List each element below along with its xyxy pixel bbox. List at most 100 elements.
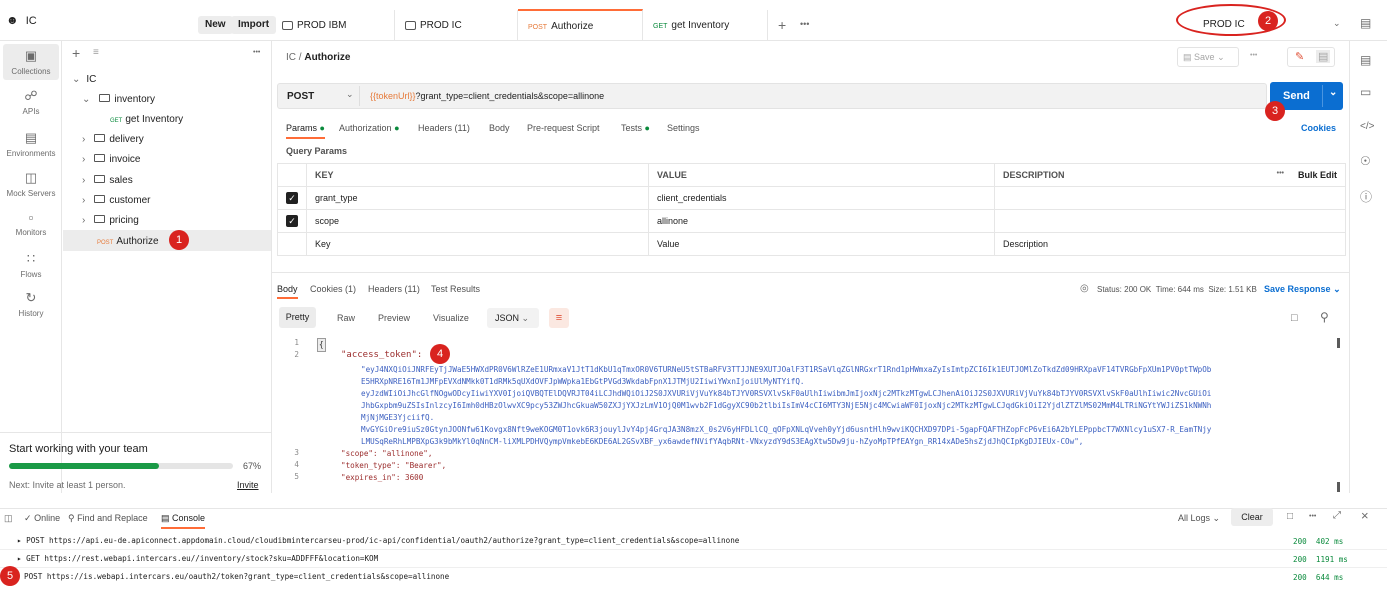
copy-icon[interactable]: □ [1287,511,1293,522]
wrap-lines-icon[interactable]: ≡ [549,308,569,328]
tree-item-label: get Inventory [125,114,184,125]
cookies-link[interactable]: Cookies [1301,123,1336,133]
filter-input[interactable]: ≡ [93,47,247,64]
url-input[interactable]: {{tokenUrl}}?grant_type=client_credentia… [370,91,604,101]
param-description[interactable] [994,186,1346,210]
tree-item-get-inventory[interactable]: GET get Inventory [110,114,183,125]
log-entry[interactable]: ▸ POST https://api.eu-de.apiconnect.appd… [0,532,1387,549]
search-icon[interactable]: ⚲ [1320,310,1329,324]
tab-get-inventory[interactable]: GET get Inventory [643,10,768,41]
response-tab-headers[interactable]: Headers (11) [368,284,420,294]
tree-item-sales[interactable]: › sales [82,175,133,186]
rail-collections[interactable]: ▣ Collections [0,48,62,76]
tab-settings[interactable]: Settings [667,123,700,133]
rail-history[interactable]: ↻ History [0,290,62,318]
log-entry[interactable]: POST https://is.webapi.intercars.eu/oaut… [0,568,1387,585]
docs-icon[interactable]: ▤ [1316,50,1331,63]
chevron-down-icon[interactable]: ⌄ [346,89,354,100]
import-button[interactable]: Import [231,16,277,34]
tree-item-inventory[interactable]: ⌄ inventory [82,94,155,105]
documentation-icon[interactable]: ▤ [1360,53,1371,67]
tab-tests[interactable]: Tests ● [621,123,650,133]
chevron-down-icon[interactable]: ⌄ [1329,87,1337,98]
rail-monitors[interactable]: ▫ Monitors [0,210,62,237]
new-tab-plus-icon[interactable]: + [778,17,786,33]
view-visualize[interactable]: Visualize [433,313,469,323]
tab-authorization[interactable]: Authorization ● [339,123,400,133]
checkbox-checked-icon[interactable]: ✓ [286,192,298,204]
scrollbar-thumb-top[interactable] [1337,338,1340,348]
more-tabs-icon[interactable]: ••• [800,19,809,29]
lightbulb-icon[interactable]: ☉ [1360,154,1371,168]
invite-link[interactable]: Invite [237,480,259,490]
code-icon[interactable]: </> [1360,121,1374,132]
comments-icon[interactable]: ▭ [1360,85,1371,99]
bulk-edit-button[interactable]: Bulk Edit [1298,170,1337,180]
request-more-icon[interactable]: ••• [1250,52,1257,59]
expand-icon[interactable]: ⤢ [1333,510,1341,521]
tab-prod-ibm[interactable]: PROD IBM [272,10,395,41]
tree-item-customer[interactable]: › customer [82,195,150,206]
param-key-placeholder[interactable]: Key [306,232,649,256]
clear-button[interactable]: Clear [1231,508,1273,526]
save-response-button[interactable]: Save Response ⌄ [1264,284,1341,295]
tree-item-pricing[interactable]: › pricing [82,215,139,226]
globe-icon[interactable]: ◎ [1080,283,1089,294]
tree-item-delivery[interactable]: › delivery [82,134,144,145]
scrollbar-thumb-bottom[interactable] [1337,482,1340,492]
close-icon[interactable]: × [1361,508,1369,523]
more-icon[interactable]: ••• [1277,170,1284,177]
method-selector[interactable]: POST [287,91,314,102]
rail-flows[interactable]: ∷ Flows [0,251,62,279]
environment-selector[interactable]: PROD IC [1203,19,1245,30]
rail-apis[interactable]: ☍ APIs [0,88,62,116]
tab-pre-request-script[interactable]: Pre-request Script [527,123,600,133]
format-selector[interactable]: JSON ⌄ [487,308,539,328]
info-icon[interactable]: ⓘ [1360,188,1372,205]
online-status[interactable]: ✓ Online [24,513,60,524]
tab-authorize[interactable]: POST Authorize [518,9,643,40]
log-level-selector[interactable]: All Logs ⌄ [1178,513,1220,524]
rail-environments[interactable]: ▤ Environments [0,130,62,158]
find-replace-button[interactable]: ⚲ Find and Replace [68,513,148,524]
param-description-placeholder[interactable]: Description [994,232,1346,256]
view-toggle[interactable]: ✎ ▤ [1287,47,1335,67]
param-value-placeholder[interactable]: Value [648,232,995,256]
rail-mock-servers[interactable]: ◫ Mock Servers [0,170,62,198]
tab-params[interactable]: Params ● [286,123,325,139]
collection-root[interactable]: ⌄ IC [72,74,96,85]
workspace-switcher[interactable]: ☻ IC [6,13,37,27]
view-raw[interactable]: Raw [337,313,355,323]
save-button[interactable]: ▤ Save ⌄ [1177,47,1239,67]
checkbox-checked-icon[interactable]: ✓ [286,215,298,227]
tree-item-authorize[interactable]: POST Authorize [97,236,159,247]
console-more-icon[interactable]: ••• [1309,513,1316,520]
copy-icon[interactable]: □ [1291,312,1298,324]
edit-pencil-icon[interactable]: ✎ [1295,50,1304,63]
tab-body[interactable]: Body [489,123,510,133]
sidebar-toggle-icon[interactable]: ◫ [4,513,13,524]
console-tab[interactable]: ▤ Console [161,513,206,529]
param-key[interactable]: grant_type [306,186,649,210]
tab-headers[interactable]: Headers (11) [418,123,470,133]
add-collection-plus-icon[interactable]: + [72,45,80,61]
tree-item-label: customer [109,195,151,206]
tree-item-invoice[interactable]: › invoice [82,154,140,165]
response-tab-body[interactable]: Body [277,284,298,299]
new-button[interactable]: New [198,16,233,34]
param-value[interactable]: allinone [648,209,995,233]
param-description[interactable] [994,209,1346,233]
sidebar-more-icon[interactable]: ••• [253,49,260,56]
response-tab-test-results[interactable]: Test Results [431,284,480,294]
log-entry[interactable]: ▸ GET https://rest.webapi.intercars.eu//… [0,550,1387,567]
response-tab-cookies[interactable]: Cookies (1) [310,284,356,294]
view-pretty[interactable]: Pretty [279,307,316,328]
breadcrumb-parent[interactable]: IC [286,52,296,63]
param-value[interactable]: client_credentials [648,186,995,210]
param-key[interactable]: scope [306,209,649,233]
tab-prod-ic[interactable]: PROD IC [395,10,518,41]
response-body[interactable]: 1 { 2 "access_token": 4 "eyJ4NXQiOiJNRFE… [279,338,1339,493]
chevron-down-icon[interactable]: ⌄ [1333,18,1341,29]
environment-quick-look-icon[interactable]: ▤ [1360,16,1371,30]
view-preview[interactable]: Preview [378,313,410,323]
